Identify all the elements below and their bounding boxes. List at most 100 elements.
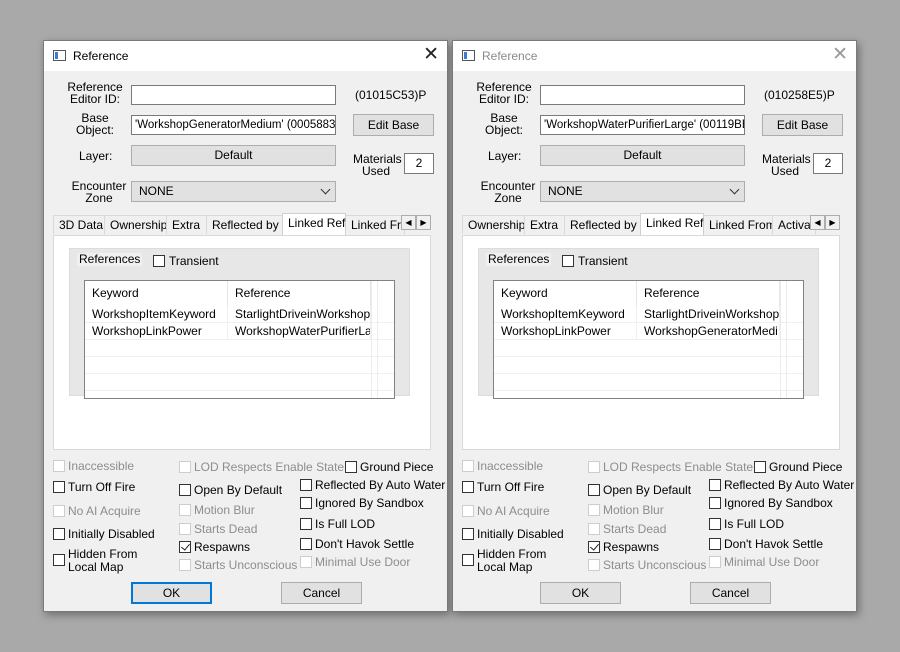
inaccessible-label: Inaccessible bbox=[68, 459, 135, 473]
column-reference[interactable]: Reference bbox=[637, 281, 780, 306]
ground-piece-checkbox[interactable] bbox=[345, 461, 357, 473]
base-object-field[interactable]: 'WorkshopGeneratorMedium' (00058837) bbox=[131, 115, 336, 135]
layer-button[interactable]: Default bbox=[540, 145, 745, 166]
ground-piece-label: Ground Piece bbox=[360, 460, 434, 474]
close-icon[interactable]: ✕ bbox=[832, 45, 848, 64]
base-object-field[interactable]: 'WorkshopWaterPurifierLarge' (00119BBA) bbox=[540, 115, 745, 135]
tab-reflected-by[interactable]: Reflected by bbox=[564, 215, 641, 234]
tab-reflected-by[interactable]: Reflected by bbox=[206, 215, 283, 234]
lod-respects-checkbox[interactable] bbox=[179, 461, 191, 473]
lod-respects-label: LOD Respects Enable State bbox=[194, 460, 345, 474]
motion-blur-checkbox[interactable] bbox=[588, 504, 600, 516]
respawns-checkbox[interactable] bbox=[588, 541, 600, 553]
ok-button[interactable]: OK bbox=[540, 582, 621, 604]
title-bar[interactable]: Reference ✕ bbox=[44, 41, 447, 71]
form-id: (010258E5)P bbox=[764, 88, 835, 102]
encounter-zone-select[interactable]: NONE bbox=[131, 181, 336, 202]
starts-unconscious-checkbox[interactable] bbox=[588, 559, 600, 571]
ignored-sandbox-checkbox[interactable] bbox=[709, 497, 721, 509]
dont-havok-settle-label: Don't Havok Settle bbox=[724, 537, 824, 551]
motion-blur-checkbox[interactable] bbox=[179, 504, 191, 516]
checkmark-icon bbox=[181, 541, 190, 551]
row-keyword: WorkshopLinkPower bbox=[494, 323, 637, 340]
list-row[interactable]: WorkshopItemKeyword StarlightDriveinWork… bbox=[85, 306, 394, 323]
references-list[interactable]: Keyword Reference WorkshopItemKeyword St… bbox=[84, 280, 395, 399]
tab-linked-ref[interactable]: Linked Ref bbox=[640, 213, 704, 235]
initially-disabled-checkbox[interactable] bbox=[462, 528, 474, 540]
tab-linked-from[interactable]: Linked From bbox=[345, 215, 405, 234]
materials-used-label: Materials Used bbox=[353, 152, 402, 178]
close-icon[interactable]: ✕ bbox=[423, 45, 439, 64]
layer-button[interactable]: Default bbox=[131, 145, 336, 166]
initially-disabled-checkbox[interactable] bbox=[53, 528, 65, 540]
transient-checkbox[interactable] bbox=[153, 255, 165, 267]
starts-unconscious-checkbox[interactable] bbox=[179, 559, 191, 571]
tab-scroll-right-icon[interactable]: ▶ bbox=[416, 215, 431, 230]
edit-base-button[interactable]: Edit Base bbox=[353, 114, 434, 136]
list-row[interactable]: WorkshopLinkPower WorkshopGeneratorMedi bbox=[494, 323, 803, 340]
references-list[interactable]: Keyword Reference WorkshopItemKeyword St… bbox=[493, 280, 804, 399]
turn-off-fire-checkbox[interactable] bbox=[462, 481, 474, 493]
tab-extra[interactable]: Extra bbox=[166, 215, 207, 234]
tab-ownership[interactable]: Ownership bbox=[104, 215, 167, 234]
list-row[interactable]: WorkshopItemKeyword StarlightDriveinWork… bbox=[494, 306, 803, 323]
inaccessible-checkbox[interactable] bbox=[53, 460, 65, 472]
no-ai-acquire-checkbox[interactable] bbox=[53, 505, 65, 517]
transient-checkbox[interactable] bbox=[562, 255, 574, 267]
edit-base-button[interactable]: Edit Base bbox=[762, 114, 843, 136]
references-group: References Transient Keyword Reference W… bbox=[69, 248, 410, 399]
window-icon bbox=[53, 50, 66, 61]
no-ai-acquire-checkbox[interactable] bbox=[462, 505, 474, 517]
minimal-use-door-checkbox[interactable] bbox=[709, 556, 721, 568]
cancel-button[interactable]: Cancel bbox=[281, 582, 362, 604]
encounter-zone-select[interactable]: NONE bbox=[540, 181, 745, 202]
cancel-button[interactable]: Cancel bbox=[690, 582, 771, 604]
lod-respects-checkbox[interactable] bbox=[588, 461, 600, 473]
tab-scroller: ◀ ▶ bbox=[401, 215, 431, 230]
column-keyword[interactable]: Keyword bbox=[494, 281, 637, 306]
dont-havok-settle-checkbox[interactable] bbox=[300, 538, 312, 550]
is-full-lod-checkbox[interactable] bbox=[709, 518, 721, 530]
editor-id-input[interactable] bbox=[131, 85, 336, 105]
editor-id-input[interactable] bbox=[540, 85, 745, 105]
editor-id-label: Reference Editor ID: bbox=[476, 80, 532, 106]
hidden-from-local-map-checkbox[interactable] bbox=[53, 554, 65, 566]
materials-used-field[interactable]: 2 bbox=[813, 153, 843, 174]
hidden-from-local-map-checkbox[interactable] bbox=[462, 554, 474, 566]
inaccessible-checkbox[interactable] bbox=[462, 460, 474, 472]
open-by-default-checkbox[interactable] bbox=[179, 484, 191, 496]
tab-scroll-right-icon[interactable]: ▶ bbox=[825, 215, 840, 230]
dont-havok-settle-checkbox[interactable] bbox=[709, 538, 721, 550]
transient-label: Transient bbox=[169, 254, 219, 268]
respawns-checkbox[interactable] bbox=[179, 541, 191, 553]
tab-scroll-left-icon[interactable]: ◀ bbox=[810, 215, 825, 230]
ok-button[interactable]: OK bbox=[131, 582, 212, 604]
row-reference: StarlightDriveinWorkshop bbox=[637, 306, 780, 323]
turn-off-fire-checkbox[interactable] bbox=[53, 481, 65, 493]
tab-linked-ref[interactable]: Linked Ref bbox=[282, 213, 346, 235]
editor-id-label: Reference Editor ID: bbox=[67, 80, 123, 106]
starts-dead-checkbox[interactable] bbox=[179, 523, 191, 535]
column-reference[interactable]: Reference bbox=[228, 281, 371, 306]
no-ai-acquire-label: No AI Acquire bbox=[68, 504, 141, 518]
list-row[interactable]: WorkshopLinkPower WorkshopWaterPurifierL… bbox=[85, 323, 394, 340]
tab-3d-data[interactable]: 3D Data bbox=[53, 215, 105, 234]
is-full-lod-checkbox[interactable] bbox=[300, 518, 312, 530]
open-by-default-checkbox[interactable] bbox=[588, 484, 600, 496]
tab-extra[interactable]: Extra bbox=[524, 215, 565, 234]
title-bar[interactable]: Reference ✕ bbox=[453, 41, 856, 71]
materials-used-field[interactable]: 2 bbox=[404, 153, 434, 174]
open-by-default-label: Open By Default bbox=[603, 483, 692, 497]
list-row-empty bbox=[494, 357, 803, 374]
tab-scroll-left-icon[interactable]: ◀ bbox=[401, 215, 416, 230]
starts-dead-checkbox[interactable] bbox=[588, 523, 600, 535]
reflected-auto-water-checkbox[interactable] bbox=[709, 479, 721, 491]
ground-piece-checkbox[interactable] bbox=[754, 461, 766, 473]
tab-ownership[interactable]: Ownership bbox=[462, 215, 525, 234]
linked-ref-panel: References Transient Keyword Reference W… bbox=[53, 235, 431, 450]
reflected-auto-water-checkbox[interactable] bbox=[300, 479, 312, 491]
ignored-sandbox-checkbox[interactable] bbox=[300, 497, 312, 509]
tab-linked-from[interactable]: Linked From bbox=[703, 215, 776, 234]
minimal-use-door-checkbox[interactable] bbox=[300, 556, 312, 568]
column-keyword[interactable]: Keyword bbox=[85, 281, 228, 306]
